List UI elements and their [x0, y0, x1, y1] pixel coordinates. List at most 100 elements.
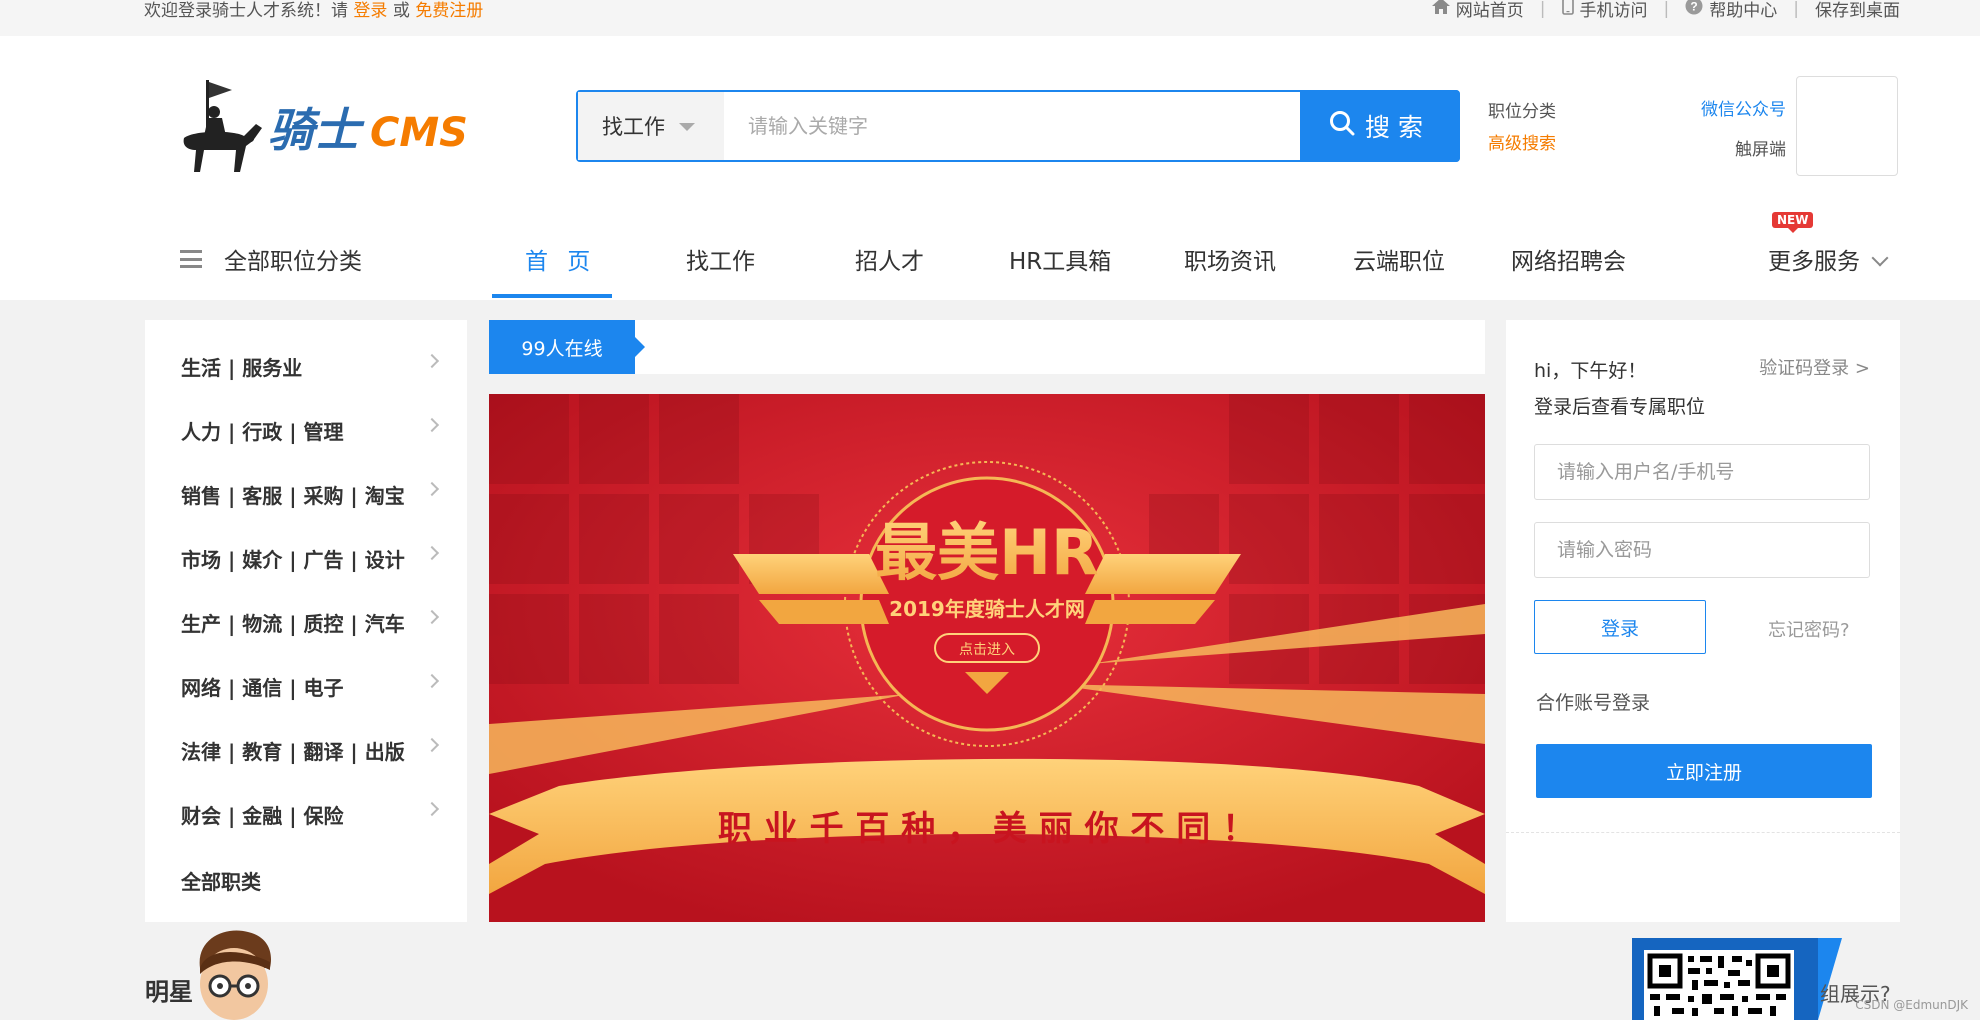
- category-label: 财会 | 金融 | 保险: [181, 804, 344, 828]
- chevron-down-icon: [1871, 249, 1889, 267]
- new-badge: NEW: [1772, 212, 1814, 233]
- category-item[interactable]: 财会 | 金融 | 保险: [181, 800, 440, 829]
- chevron-right-icon: [424, 353, 440, 369]
- banner-enter: 点击进入: [959, 642, 1015, 658]
- category-item[interactable]: 销售 | 客服 | 采购 | 淘宝: [181, 480, 440, 509]
- qr-links: 微信公众号 触屏端: [1690, 90, 1786, 170]
- category-item[interactable]: 市场 | 媒介 | 广告 | 设计: [181, 544, 440, 573]
- nav-find-talent[interactable]: 招人才: [855, 242, 924, 276]
- mobile-link-label: 手机访问: [1579, 1, 1648, 21]
- username-input[interactable]: [1534, 444, 1870, 500]
- chevron-right-icon: [424, 673, 440, 689]
- category-item[interactable]: 法律 | 教育 | 翻译 | 出版: [181, 736, 440, 765]
- qr-code: [1644, 950, 1794, 1020]
- nav-more-services[interactable]: 更多服务: [1768, 242, 1889, 276]
- top-bar: 欢迎登录骑士人才系统！请 登录 或 免费注册 网站首页 | 手机访问 | ? 帮…: [0, 0, 1980, 36]
- search-input[interactable]: [724, 92, 1300, 160]
- nav-cloud-jobs[interactable]: 云端职位: [1353, 242, 1445, 276]
- chevron-right-icon: [424, 801, 440, 817]
- logo-text: 骑士: [268, 103, 365, 157]
- search-type-select[interactable]: 找工作: [578, 92, 724, 160]
- help-link[interactable]: ? 帮助中心: [1685, 0, 1777, 21]
- nav-hr-toolbox[interactable]: HR工具箱: [1009, 242, 1111, 276]
- help-icon: ?: [1685, 0, 1703, 20]
- category-item[interactable]: 人力 | 行政 | 管理: [181, 416, 440, 445]
- nav-career-news[interactable]: 职场资讯: [1184, 242, 1276, 276]
- code-login-link[interactable]: 验证码登录 >: [1759, 354, 1870, 380]
- search-bar: 找工作 搜索: [576, 90, 1460, 162]
- chevron-right-icon: [424, 545, 440, 561]
- banner-title: 最美HR: [875, 516, 1099, 589]
- category-item[interactable]: 生活 | 服务业: [181, 352, 440, 381]
- category-label: 法律 | 教育 | 翻译 | 出版: [181, 740, 405, 764]
- banner-ribbon: 职 业 千 百 种 ， 美 丽 你 不 同 ！: [718, 809, 1256, 849]
- login-link[interactable]: 登录: [353, 1, 387, 21]
- login-button[interactable]: 登录: [1534, 600, 1706, 654]
- search-icon: [1329, 110, 1355, 142]
- mobile-icon: [1561, 0, 1574, 20]
- password-input[interactable]: [1534, 522, 1870, 578]
- svg-text:CMS: CMS: [370, 110, 468, 156]
- forgot-password-link[interactable]: 忘记密码?: [1768, 616, 1850, 642]
- mobile-link[interactable]: 手机访问: [1561, 0, 1648, 21]
- welcome-text: 欢迎登录骑士人才系统！请 登录 或 免费注册: [144, 0, 483, 21]
- home-link[interactable]: 网站首页: [1431, 0, 1524, 21]
- advanced-search-link[interactable]: 高级搜索: [1488, 128, 1556, 160]
- nav-find-job[interactable]: 找工作: [686, 242, 755, 276]
- login-panel: hi，下午好！ 验证码登录 > 登录后查看专属职位 登录 忘记密码? 合作账号登…: [1506, 320, 1900, 922]
- search-links: 职位分类 高级搜索: [1488, 96, 1556, 160]
- menu-icon: [180, 250, 202, 268]
- online-count-tag: 99人在线: [489, 320, 645, 374]
- online-bar: 99人在线: [489, 320, 1485, 374]
- category-item[interactable]: 网络 | 通信 | 电子: [181, 672, 440, 701]
- category-link[interactable]: 职位分类: [1488, 96, 1556, 128]
- active-tab-indicator: [492, 294, 612, 298]
- chevron-right-icon: [424, 417, 440, 433]
- category-label: 市场 | 媒介 | 广告 | 设计: [181, 548, 405, 572]
- category-item[interactable]: 生产 | 物流 | 质控 | 汽车: [181, 608, 440, 637]
- promo-banner[interactable]: 最美HR 2019年度骑士人才网 点击进入 职 业 千 百 种 ， 美 丽 你 …: [489, 394, 1485, 922]
- register-button[interactable]: 立即注册: [1536, 744, 1872, 798]
- help-link-label: 帮助中心: [1709, 1, 1778, 21]
- category-label: 网络 | 通信 | 电子: [181, 676, 344, 700]
- category-item-all[interactable]: 全部职类: [181, 866, 437, 895]
- banner-subtitle: 2019年度骑士人才网: [889, 597, 1085, 621]
- watermark: CSDN @EdmunDJK: [1855, 998, 1968, 1012]
- category-label: 人力 | 行政 | 管理: [181, 420, 344, 444]
- main-nav: 全部职位分类 首 页 找工作 招人才 HR工具箱 职场资讯 云端职位 网络招聘会…: [0, 204, 1980, 300]
- avatar: [186, 928, 280, 1020]
- chevron-right-icon: [424, 737, 440, 753]
- chevron-right-icon: [424, 481, 440, 497]
- nav-online-fair[interactable]: 网络招聘会: [1511, 242, 1626, 276]
- home-icon: [1431, 0, 1450, 19]
- more-services-label: 更多服务: [1768, 249, 1860, 275]
- nav-home[interactable]: 首 页: [525, 242, 596, 276]
- coop-login-label: 合作账号登录: [1536, 692, 1651, 714]
- qr-code-box: [1796, 76, 1898, 176]
- home-link-label: 网站首页: [1455, 1, 1524, 21]
- all-categories-button[interactable]: 全部职位分类: [180, 242, 362, 276]
- category-label: 生活 | 服务业: [181, 356, 303, 380]
- top-links: 网站首页 | 手机访问 | ? 帮助中心 | 保存到桌面: [1431, 0, 1900, 21]
- wechat-link[interactable]: 微信公众号: [1690, 90, 1786, 130]
- caret-down-icon: [679, 123, 695, 131]
- greeting: hi，下午好！: [1534, 360, 1647, 382]
- site-logo[interactable]: 骑士 CMS: [174, 76, 474, 186]
- save-desktop-link[interactable]: 保存到桌面: [1815, 0, 1900, 21]
- search-button[interactable]: 搜索: [1300, 90, 1460, 162]
- divider: |: [1539, 0, 1546, 19]
- register-link[interactable]: 免费注册: [415, 1, 483, 21]
- category-label: 销售 | 客服 | 采购 | 淘宝: [181, 484, 405, 508]
- qr-float-panel[interactable]: [1632, 938, 1818, 1020]
- save-desktop-label: 保存到桌面: [1815, 1, 1900, 21]
- search-type-label: 找工作: [602, 115, 665, 139]
- search-button-label: 搜索: [1364, 113, 1431, 142]
- login-subtitle: 登录后查看专属职位: [1534, 396, 1706, 418]
- category-sidebar: 生活 | 服务业 人力 | 行政 | 管理 销售 | 客服 | 采购 | 淘宝 …: [145, 320, 467, 922]
- divider: |: [1663, 0, 1670, 19]
- all-categories-label: 全部职位分类: [224, 249, 362, 275]
- divider: [1506, 832, 1900, 833]
- or-text: 或: [392, 1, 410, 21]
- svg-text:?: ?: [1691, 0, 1698, 14]
- touch-link[interactable]: 触屏端: [1690, 130, 1786, 170]
